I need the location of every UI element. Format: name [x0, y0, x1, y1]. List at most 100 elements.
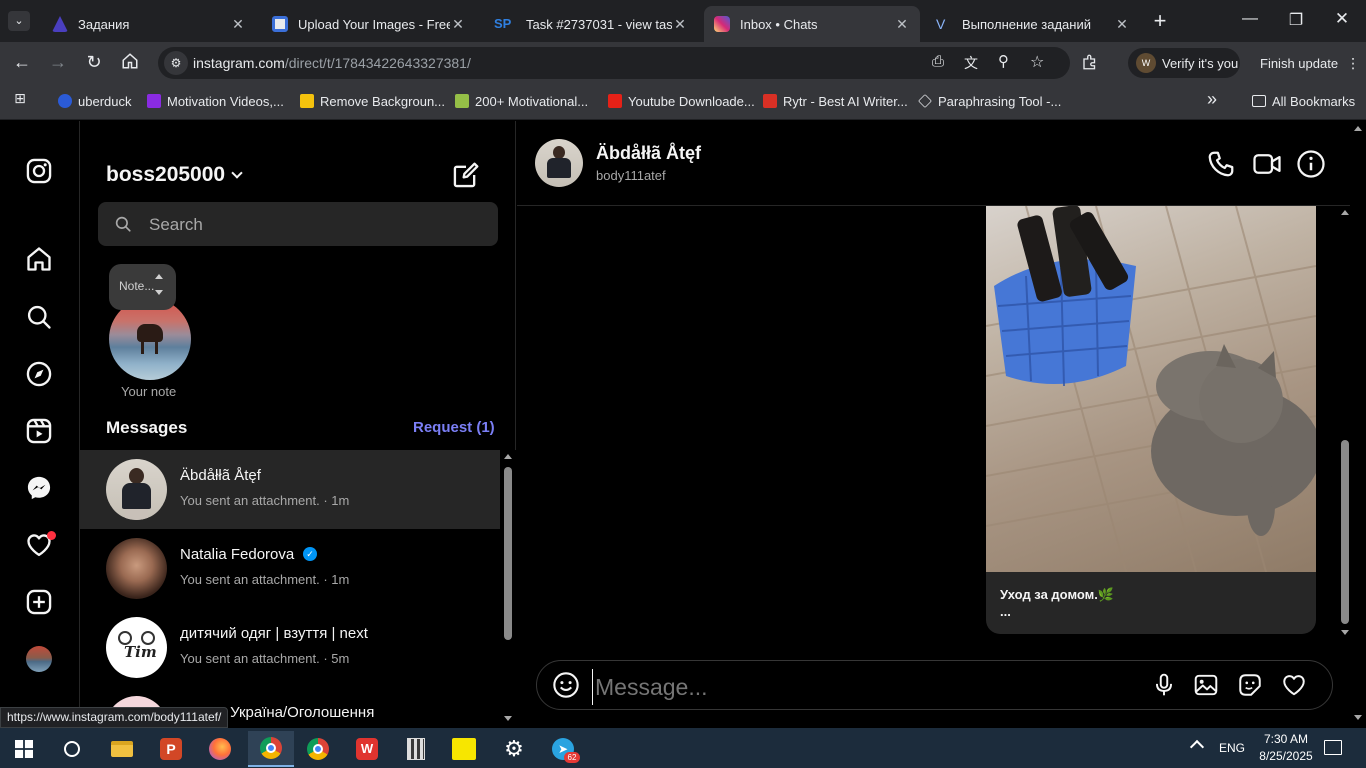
- instagram-nav-rail: [0, 121, 80, 728]
- chrome-button[interactable]: [298, 731, 338, 767]
- tab-zadaniya[interactable]: Задания ✕: [42, 6, 256, 42]
- scroll-down-arrow-icon[interactable]: [504, 716, 512, 721]
- scrollbar-thumb[interactable]: [1341, 440, 1349, 624]
- note-bubble[interactable]: Note...: [109, 264, 176, 310]
- settings-button[interactable]: ⚙: [494, 731, 534, 767]
- message-input[interactable]: [592, 669, 1132, 705]
- microphone-icon[interactable]: [1151, 672, 1177, 698]
- scroll-down-arrow-icon[interactable]: [1354, 715, 1362, 720]
- install-app-icon[interactable]: ⎙: [932, 53, 944, 70]
- back-button[interactable]: ←: [10, 52, 34, 73]
- new-tab-button[interactable]: +: [1148, 8, 1172, 34]
- tab-task-view[interactable]: SP Task #2737031 - view task ✕: [484, 6, 698, 42]
- scroll-up-arrow-icon[interactable]: [504, 454, 512, 459]
- tab-close-icon[interactable]: ✕: [894, 16, 910, 33]
- address-bar[interactable]: ⚙ instagram.com/direct/t/178434226433273…: [158, 47, 1070, 79]
- search-taskbar-button[interactable]: [52, 731, 92, 767]
- bookmark-rytr[interactable]: Rytr - Best AI Writer...: [763, 92, 908, 110]
- home-icon[interactable]: [24, 244, 54, 274]
- your-note[interactable]: Note... Your note: [108, 264, 192, 404]
- more-bookmarks-button[interactable]: »: [1202, 89, 1222, 110]
- extensions-button[interactable]: [1078, 53, 1102, 76]
- language-indicator[interactable]: ENG: [1219, 741, 1245, 755]
- apps-grid-icon[interactable]: ⊞: [10, 90, 30, 107]
- instagram-logo-icon[interactable]: [24, 156, 54, 186]
- bookmark-youtube-downloader[interactable]: Youtube Downloade...: [608, 92, 755, 110]
- scroll-down-arrow-icon[interactable]: [1341, 630, 1349, 635]
- chrome-active-button[interactable]: [248, 731, 294, 767]
- sticker-icon[interactable]: [1237, 672, 1263, 698]
- tab-vypolnenie[interactable]: V Выполнение заданий ✕: [926, 6, 1140, 42]
- exness-button[interactable]: [444, 731, 484, 767]
- bookmark-paraphrasing-tool[interactable]: Paraphrasing Tool -...: [918, 92, 1061, 110]
- bookmark-200-motivational[interactable]: 200+ Motivational...: [455, 92, 588, 110]
- conversation-row[interactable]: Tim дитячий одяг | взуття | next You sen…: [80, 608, 500, 687]
- cortana-circle-icon: [64, 741, 80, 757]
- all-bookmarks-button[interactable]: All Bookmarks: [1252, 92, 1355, 110]
- emoji-icon[interactable]: [552, 671, 580, 699]
- zoom-icon[interactable]: ⚲: [998, 52, 1009, 70]
- firefox-button[interactable]: [200, 731, 240, 767]
- forward-button[interactable]: →: [46, 52, 70, 73]
- create-post-icon[interactable]: [24, 587, 54, 617]
- minimize-button[interactable]: —: [1236, 10, 1264, 28]
- search-box[interactable]: Search: [98, 202, 498, 246]
- search-icon[interactable]: [24, 302, 54, 332]
- tab-close-icon[interactable]: ✕: [450, 16, 466, 33]
- verify-profile-button[interactable]: W Verify it's you: [1128, 48, 1240, 78]
- bookmark-label: Youtube Downloade...: [628, 93, 755, 109]
- chat-contact-avatar[interactable]: [535, 139, 583, 187]
- translate-icon[interactable]: 文: [964, 53, 978, 73]
- maximize-button[interactable]: ❐: [1282, 10, 1310, 30]
- reload-button[interactable]: ↻: [82, 52, 106, 73]
- clock-time[interactable]: 7:30 AM: [1256, 732, 1316, 746]
- video-call-icon[interactable]: [1252, 149, 1282, 179]
- stepper-down-icon[interactable]: [155, 290, 163, 295]
- home-button[interactable]: [118, 52, 142, 75]
- bookmark-star-icon[interactable]: ☆: [1030, 52, 1044, 72]
- page-scrollbar[interactable]: [1350, 121, 1366, 728]
- stepper-up-icon[interactable]: [155, 274, 163, 279]
- file-explorer-button[interactable]: [102, 731, 142, 767]
- chat-contact-name[interactable]: Äbdåłłã Åtęf: [596, 143, 701, 164]
- account-switcher[interactable]: boss205000: [106, 163, 243, 187]
- conversation-row[interactable]: Natalia Fedorova ✓ You sent an attachmen…: [80, 529, 500, 608]
- wps-presentation-button[interactable]: P: [151, 731, 191, 767]
- wps-office-button[interactable]: W: [347, 731, 387, 767]
- tab-upload-images[interactable]: Upload Your Images - Free In ✕: [262, 6, 476, 42]
- bookmark-remove-background[interactable]: Remove Backgroun...: [300, 92, 445, 110]
- start-button[interactable]: [4, 731, 44, 767]
- new-message-button[interactable]: [452, 161, 480, 194]
- tab-close-icon[interactable]: ✕: [230, 16, 246, 33]
- explore-compass-icon[interactable]: [24, 359, 54, 389]
- audio-call-icon[interactable]: [1206, 149, 1236, 179]
- tab-inbox-chats[interactable]: Inbox • Chats ✕: [704, 6, 920, 42]
- finish-update-button[interactable]: Finish update ⋮: [1250, 48, 1362, 78]
- bookmark-uberduck[interactable]: uberduck: [58, 92, 131, 110]
- scroll-up-arrow-icon[interactable]: [1354, 126, 1362, 131]
- site-info-icon[interactable]: ⚙: [164, 51, 188, 75]
- reels-icon[interactable]: [24, 416, 54, 446]
- clock-date[interactable]: 8/25/2025: [1252, 749, 1320, 763]
- like-heart-icon[interactable]: [1280, 672, 1308, 698]
- conversation-info-icon[interactable]: [1296, 149, 1326, 179]
- tab-close-icon[interactable]: ✕: [672, 16, 688, 33]
- scrollbar-thumb[interactable]: [504, 467, 512, 640]
- folder-icon: [1252, 95, 1266, 107]
- telegram-button[interactable]: ➤ 62: [543, 731, 583, 767]
- tab-search-button[interactable]: ⌄: [8, 11, 30, 31]
- photo-gallery-icon[interactable]: [1193, 672, 1219, 698]
- profile-avatar-icon[interactable]: [24, 644, 54, 674]
- inbox-scrollbar[interactable]: [500, 450, 516, 728]
- tab-close-icon[interactable]: ✕: [1114, 16, 1130, 33]
- bookmark-motivation-videos[interactable]: Motivation Videos,...: [147, 92, 284, 110]
- close-window-button[interactable]: ✕: [1328, 9, 1356, 29]
- scroll-up-arrow-icon[interactable]: [1341, 210, 1349, 215]
- messenger-icon[interactable]: [24, 473, 54, 503]
- requests-link[interactable]: Request (1): [413, 419, 495, 436]
- notification-center-icon[interactable]: [1324, 740, 1342, 755]
- conversation-row[interactable]: Äbdåłłã Åtęf You sent an attachment. · 1…: [80, 450, 500, 529]
- calculator-button[interactable]: [396, 731, 436, 767]
- notifications-heart-icon[interactable]: [24, 530, 56, 560]
- shared-post-message[interactable]: Уход за домом.🌿 ...: [986, 206, 1316, 634]
